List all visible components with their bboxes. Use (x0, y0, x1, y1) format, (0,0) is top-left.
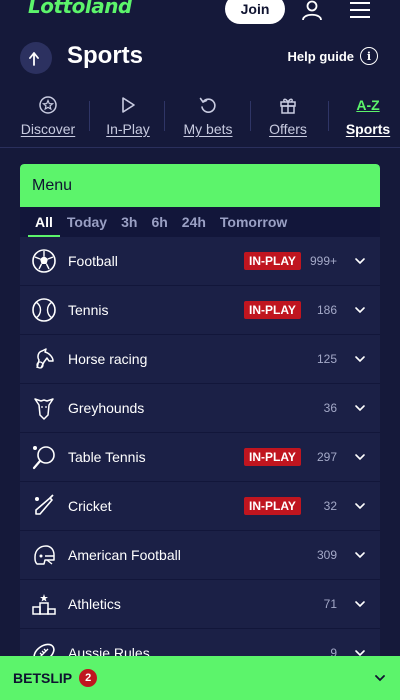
event-count: 186 (316, 303, 337, 317)
back-arrow-icon (29, 52, 39, 66)
history-icon (199, 95, 217, 115)
nav-divider (250, 101, 251, 131)
betslip-count-badge: 2 (79, 669, 98, 687)
betslip-bar[interactable]: BETSLIP 2 (0, 656, 400, 700)
event-count: 297 (316, 450, 337, 464)
chevron-down-icon (355, 454, 365, 461)
sport-name: Table Tennis (68, 449, 146, 465)
sports-nav: Discover In-Play My bets Offers A-Z Spor… (0, 95, 400, 143)
sport-row-greyhounds[interactable]: Greyhounds 36 (20, 384, 380, 433)
chevron-down-icon (355, 552, 365, 559)
sport-row-american-football[interactable]: American Football 309 (20, 531, 380, 580)
filter-3h[interactable]: 3h (114, 207, 144, 237)
event-count: 71 (323, 597, 337, 611)
sport-row-table-tennis[interactable]: Table Tennis IN-PLAY 297 (20, 433, 380, 482)
event-count: 36 (323, 401, 337, 415)
nav-sports[interactable]: A-Z Sports (344, 95, 392, 137)
filter-all[interactable]: All (28, 207, 60, 237)
nav-divider-line (0, 147, 400, 148)
event-count: 999+ (309, 254, 337, 268)
filter-6h[interactable]: 6h (144, 207, 174, 237)
chevron-down-icon (355, 503, 365, 510)
user-icon[interactable] (301, 0, 323, 20)
hamburger-menu-icon[interactable] (348, 0, 372, 20)
chevron-down-icon (355, 601, 365, 608)
nav-offers[interactable]: Offers (267, 95, 309, 137)
sport-row-football[interactable]: Football IN-PLAY 999+ (20, 237, 380, 286)
sport-name: Greyhounds (68, 400, 145, 416)
nav-divider (89, 101, 90, 131)
sport-row-tennis[interactable]: Tennis IN-PLAY 186 (20, 286, 380, 335)
a-z-icon: A-Z (356, 97, 380, 113)
event-count: 309 (316, 548, 337, 562)
betslip-label: BETSLIP (13, 670, 73, 686)
join-button[interactable]: Join (225, 0, 285, 24)
back-button[interactable] (20, 42, 52, 74)
star-circle-icon (38, 95, 58, 115)
menu-header: Menu (20, 164, 380, 207)
tennis-icon (32, 298, 56, 322)
chevron-down-icon (355, 405, 365, 412)
gift-icon (278, 95, 298, 115)
football-icon (32, 249, 56, 273)
chevron-down-icon (355, 258, 365, 265)
chevron-down-icon (355, 356, 365, 363)
filter-today[interactable]: Today (60, 207, 114, 237)
sport-name: Cricket (68, 498, 112, 514)
nav-offers-label: Offers (269, 121, 307, 137)
filter-tomorrow[interactable]: Tomorrow (213, 207, 294, 237)
top-bar: Lottoland Join (0, 0, 400, 30)
help-guide-label: Help guide (287, 48, 354, 64)
nav-discover-label: Discover (20, 121, 76, 137)
nav-my-bets[interactable]: My bets (182, 95, 234, 137)
in-play-badge: IN-PLAY (244, 301, 301, 319)
athletics-icon (32, 594, 56, 615)
sport-row-cricket[interactable]: Cricket IN-PLAY 32 (20, 482, 380, 531)
event-count: 125 (316, 352, 337, 366)
sport-name: Football (68, 253, 118, 269)
cricket-icon (35, 494, 54, 515)
nav-my-bets-label: My bets (183, 121, 233, 137)
in-play-badge: IN-PLAY (244, 448, 301, 466)
chevron-down-icon (355, 307, 365, 314)
play-icon (120, 95, 136, 115)
sports-header: Sports Help guide i (0, 38, 400, 80)
sport-row-horse-racing[interactable]: Horse racing 125 (20, 335, 380, 384)
time-filters: All Today 3h 6h 24h Tomorrow (20, 207, 380, 237)
sport-name: Horse racing (68, 351, 148, 367)
horse-racing-icon (36, 348, 54, 369)
sport-name: American Football (68, 547, 181, 563)
sport-name: Athletics (68, 596, 121, 612)
page-title: Sports (67, 42, 144, 69)
info-icon: i (360, 47, 378, 65)
event-count: 32 (323, 499, 337, 513)
american-football-icon (34, 545, 55, 565)
nav-divider (164, 101, 165, 131)
lottoland-logo[interactable]: Lottoland (28, 0, 132, 18)
help-guide-link[interactable]: Help guide i (288, 47, 378, 65)
filter-24h[interactable]: 24h (175, 207, 213, 237)
sport-name: Tennis (68, 302, 109, 318)
nav-divider (328, 101, 329, 131)
greyhound-icon (34, 398, 54, 420)
in-play-badge: IN-PLAY (244, 497, 301, 515)
nav-discover[interactable]: Discover (20, 95, 76, 137)
table-tennis-icon (32, 446, 55, 470)
sport-row-athletics[interactable]: Athletics 71 (20, 580, 380, 629)
nav-in-play-label: In-Play (106, 121, 150, 137)
in-play-badge: IN-PLAY (244, 252, 301, 270)
chevron-down-icon[interactable] (374, 672, 386, 684)
nav-in-play[interactable]: In-Play (105, 95, 151, 137)
nav-sports-label: Sports (345, 121, 391, 137)
sports-menu: Menu All Today 3h 6h 24h Tomorrow Footba… (20, 164, 380, 664)
